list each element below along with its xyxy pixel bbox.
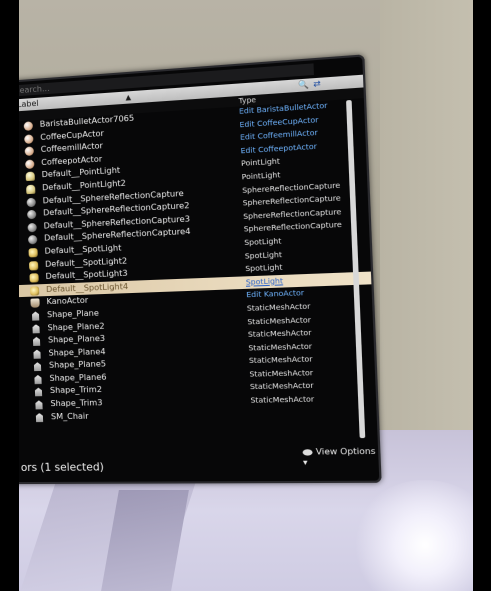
static-mesh-icon	[33, 375, 42, 384]
actor-icon	[23, 121, 33, 131]
spot-light-icon	[29, 273, 39, 283]
spot-light-icon	[28, 260, 39, 271]
letterbox-right	[473, 0, 491, 591]
view-options-label: View Options	[315, 445, 376, 457]
item-type: SpotLight	[245, 275, 284, 287]
item-type: StaticMeshActor	[249, 380, 314, 392]
outliner-list: BaristaBulletActor7065 Edit BaristaBullet…	[0, 97, 379, 424]
static-mesh-icon	[32, 349, 41, 358]
world-outliner-panel: Label ▲ 🔍 ⇄ Type BaristaBulletActor7065E…	[0, 54, 382, 485]
static-mesh-icon	[33, 362, 42, 371]
static-mesh-icon	[34, 388, 43, 397]
eye-icon	[302, 448, 313, 456]
item-label: Shape_Trim3	[50, 398, 103, 409]
item-type: StaticMeshActor	[249, 367, 314, 379]
item-type: StaticMeshActor	[250, 394, 315, 405]
static-mesh-icon	[31, 324, 40, 333]
static-mesh-icon	[35, 413, 44, 422]
actor-icon	[24, 146, 34, 157]
actor-icon	[25, 159, 35, 169]
point-light-icon	[25, 171, 35, 182]
sort-ascending-icon[interactable]: ▲	[125, 91, 131, 104]
sphere-reflection-icon	[27, 209, 37, 220]
actor-icon	[24, 133, 34, 144]
sphere-reflection-icon	[28, 235, 38, 245]
dropdown-arrow-icon: ▾	[302, 456, 308, 468]
static-mesh-icon	[31, 311, 40, 320]
item-label: Shape_Plane6	[49, 372, 107, 383]
options-icon[interactable]: ⇄	[313, 78, 321, 91]
spot-light-icon	[29, 286, 40, 296]
static-mesh-icon	[34, 400, 43, 409]
kano-actor-icon	[30, 298, 40, 309]
selection-status: ors (1 selected)	[20, 461, 105, 474]
sphere-reflection-icon	[27, 222, 37, 233]
spot-light-icon	[28, 247, 38, 258]
letterbox-left	[0, 0, 19, 591]
search-icon[interactable]: 🔍	[298, 79, 309, 92]
item-label: Shape_Trim2	[49, 385, 103, 396]
item-label: SM_Chair	[50, 411, 89, 421]
vr-scene: Label ▲ 🔍 ⇄ Type BaristaBulletActor7065E…	[0, 0, 491, 591]
point-light-icon	[26, 184, 36, 195]
view-options-button[interactable]: View Options ▾	[302, 445, 381, 467]
sphere-reflection-icon	[26, 197, 36, 207]
room-wall-right	[380, 0, 473, 470]
static-mesh-icon	[32, 337, 41, 346]
